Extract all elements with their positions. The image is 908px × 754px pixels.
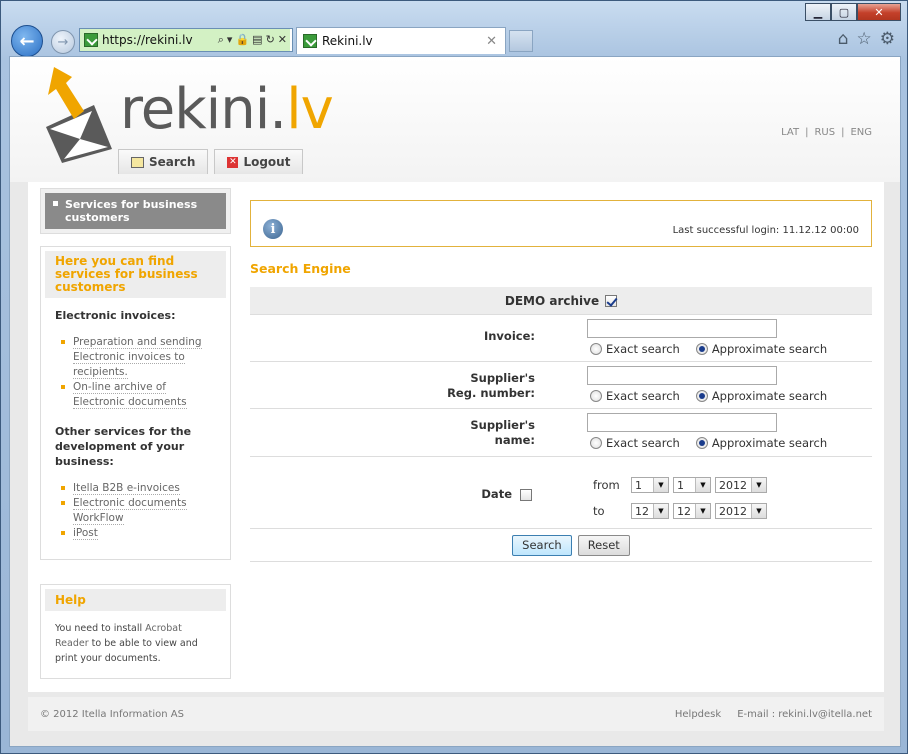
other-services-heading: Other services for the development of yo… xyxy=(55,425,192,468)
sidebar-item-services[interactable]: Services for business customers xyxy=(45,193,226,229)
help-text: You need to install Acrobat Reader to be… xyxy=(55,623,198,664)
nav-logout-tab[interactable]: ✕ Logout xyxy=(214,149,304,174)
forward-arrow-icon[interactable]: → xyxy=(51,30,75,54)
date-to-line: to 12 ▼ 12 ▼ 2012 ▼ xyxy=(587,503,771,519)
list-item[interactable]: iPost xyxy=(61,526,216,541)
nav-search-tab[interactable]: Search xyxy=(118,149,209,174)
services-info-box: Here you can find services for business … xyxy=(40,246,231,560)
last-login-text: Last successful login: 11.12.12 00:00 xyxy=(672,225,859,236)
from-year-select[interactable]: 2012 ▼ xyxy=(715,477,767,493)
supplier-reg-input[interactable] xyxy=(587,366,777,385)
refresh-icon[interactable]: ↻ xyxy=(266,33,275,47)
date-row: Date from 1 ▼ 1 ▼ 2012 ▼ to 12 ▼ 12 ▼ 201 xyxy=(250,457,872,529)
login-info-box: i Last successful login: 11.12.12 00:00 xyxy=(250,200,872,247)
window-controls: ▁ ▢ ✕ xyxy=(805,3,901,21)
dropdown-icon[interactable]: ▾ xyxy=(227,33,233,47)
supplier-reg-exact-radio[interactable] xyxy=(590,390,602,402)
browser-tab[interactable]: Rekini.lv ✕ xyxy=(296,27,506,54)
search-panel: i Last successful login: 11.12.12 00:00 … xyxy=(250,200,872,562)
list-item[interactable]: Preparation and sending Electronic invoi… xyxy=(61,335,216,380)
to-year-select[interactable]: 2012 ▼ xyxy=(715,503,767,519)
supplier-name-row: Supplier's name: Exact search Approximate… xyxy=(250,409,872,457)
helpdesk-link[interactable]: Helpdesk xyxy=(675,709,721,720)
site-footer: © 2012 Itella Information AS Helpdesk E-… xyxy=(28,697,884,731)
invoice-exact-radio[interactable] xyxy=(590,343,602,355)
supplier-name-input[interactable] xyxy=(587,413,777,432)
back-arrow-icon[interactable]: ← xyxy=(11,25,43,57)
date-label: Date xyxy=(481,487,532,502)
invoice-input[interactable] xyxy=(587,319,777,338)
lang-lat[interactable]: LAT xyxy=(781,127,799,138)
tab-favicon-icon xyxy=(303,34,317,48)
search-form: DEMO archive Invoice: Exact search Appro… xyxy=(250,287,872,562)
invoice-approx-radio[interactable] xyxy=(695,343,708,355)
supplier-name-exact-radio[interactable] xyxy=(590,437,602,449)
demo-archive-checkbox[interactable] xyxy=(605,294,618,307)
reset-button[interactable]: Reset xyxy=(577,534,630,556)
lock-icon[interactable]: 🔒 xyxy=(235,33,249,47)
electronic-invoices-heading: Electronic invoices: xyxy=(55,309,176,322)
favorites-star-icon[interactable]: ☆ xyxy=(857,29,872,49)
info-box-title: Here you can find services for business … xyxy=(45,251,226,298)
lang-eng[interactable]: ENG xyxy=(850,127,872,138)
minimize-icon[interactable]: ▁ xyxy=(805,3,831,21)
list-item[interactable]: Electronic documents WorkFlow xyxy=(61,496,216,526)
language-switcher: LAT | RUS | ENG xyxy=(781,127,872,138)
list-item[interactable]: On-line archive of Electronic documents xyxy=(61,380,216,410)
tab-title: Rekini.lv xyxy=(322,34,373,48)
logout-icon: ✕ xyxy=(227,156,239,168)
demo-archive-row: DEMO archive xyxy=(250,287,872,315)
invoice-row: Invoice: Exact search Approximate search xyxy=(250,315,872,362)
address-url[interactable]: https://rekini.lv xyxy=(102,33,193,47)
site-favicon-icon xyxy=(84,33,98,47)
help-box: Help You need to install Acrobat Reader … xyxy=(40,584,231,679)
envelope-logo-icon xyxy=(46,67,112,163)
site-header: rekini.lv LAT | RUS | ENG Search ✕ Logout xyxy=(10,57,900,182)
date-checkbox[interactable] xyxy=(520,488,532,501)
new-tab-button[interactable] xyxy=(509,30,533,52)
search-icon[interactable]: ⌕ xyxy=(218,33,224,47)
search-icon xyxy=(131,156,144,168)
list-item[interactable]: Itella B2B e-invoices xyxy=(61,481,216,496)
supplier-name-label: Supplier's name: xyxy=(470,418,535,447)
email-link[interactable]: E-mail : rekini.lv@itella.net xyxy=(737,709,872,720)
copyright-text: © 2012 Itella Information AS xyxy=(40,708,184,720)
maximize-icon[interactable]: ▢ xyxy=(831,3,857,21)
help-title: Help xyxy=(45,589,226,611)
site-logo[interactable]: rekini.lv xyxy=(120,77,334,142)
stop-icon[interactable]: ✕ xyxy=(278,33,287,47)
info-icon: i xyxy=(263,219,283,239)
address-bar[interactable]: https://rekini.lv ⌕ ▾ 🔒 ▤ ↻ ✕ xyxy=(79,28,293,52)
main-area: Services for business customers Here you… xyxy=(28,182,884,692)
supplier-reg-row: Supplier's Reg. number: Exact search Appr… xyxy=(250,362,872,409)
search-button[interactable]: Search xyxy=(512,534,572,556)
supplier-reg-label: Supplier's Reg. number: xyxy=(447,371,535,400)
compat-icon[interactable]: ▤ xyxy=(252,33,262,47)
to-day-select[interactable]: 12 ▼ xyxy=(631,503,669,519)
lang-rus[interactable]: RUS xyxy=(814,127,835,138)
close-icon[interactable]: ✕ xyxy=(857,3,901,21)
tab-close-icon[interactable]: ✕ xyxy=(486,34,497,49)
browser-toolbar: ← → https://rekini.lv ⌕ ▾ 🔒 ▤ ↻ ✕ Rekini… xyxy=(9,25,899,57)
search-engine-title: Search Engine xyxy=(250,261,351,276)
to-month-select[interactable]: 12 ▼ xyxy=(673,503,711,519)
button-row: Search Reset xyxy=(250,529,872,562)
browser-window: ▁ ▢ ✕ ← → https://rekini.lv ⌕ ▾ 🔒 ▤ ↻ ✕ xyxy=(0,0,908,754)
date-from-line: from 1 ▼ 1 ▼ 2012 ▼ xyxy=(587,477,771,493)
from-month-select[interactable]: 1 ▼ xyxy=(673,477,711,493)
invoice-label: Invoice: xyxy=(483,329,535,343)
supplier-name-approx-radio[interactable] xyxy=(695,437,708,449)
sidebar: Services for business customers Here you… xyxy=(40,188,231,679)
home-icon[interactable]: ⌂ xyxy=(838,29,849,49)
from-day-select[interactable]: 1 ▼ xyxy=(631,477,669,493)
supplier-reg-approx-radio[interactable] xyxy=(695,390,708,402)
page-viewport: rekini.lv LAT | RUS | ENG Search ✕ Logout Ser… xyxy=(9,56,901,747)
settings-gear-icon[interactable]: ⚙ xyxy=(880,29,895,49)
